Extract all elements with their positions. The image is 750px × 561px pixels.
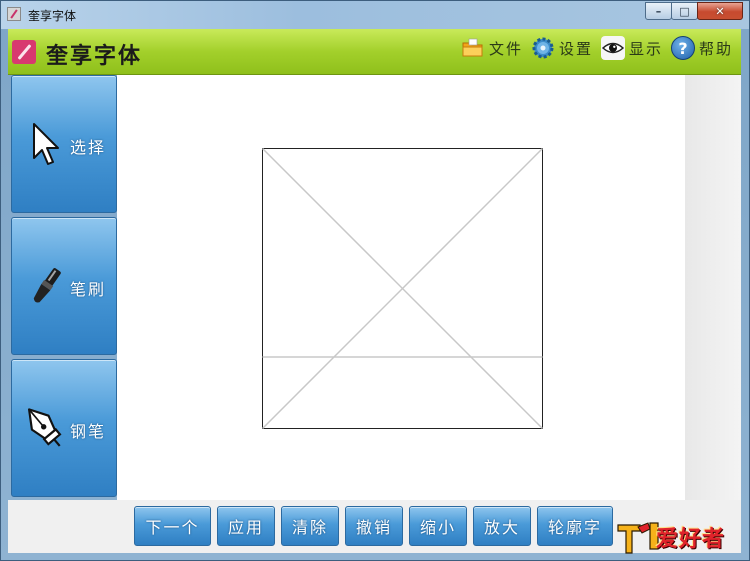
- clear-button[interactable]: 清除: [281, 506, 339, 546]
- minimize-button[interactable]: –: [645, 2, 672, 20]
- app-logo-icon: [12, 40, 36, 64]
- menu-help[interactable]: ? 帮助: [670, 36, 733, 60]
- folder-icon: [461, 36, 485, 60]
- undo-button[interactable]: 撤销: [345, 506, 403, 546]
- right-panel: [685, 75, 741, 500]
- window-controls: – □ ✕: [645, 2, 743, 20]
- brush-icon: [33, 268, 61, 303]
- tool-select-label: 选择: [70, 138, 107, 157]
- minimize-icon: –: [655, 4, 662, 18]
- top-menu: 文件 设置 显示 ? 帮助: [453, 36, 733, 60]
- eye-icon: [600, 36, 625, 60]
- next-button[interactable]: 下一个: [134, 506, 211, 546]
- zoom-in-button[interactable]: 放大: [473, 506, 531, 546]
- tool-select[interactable]: 选择: [11, 75, 117, 213]
- close-icon: ✕: [715, 4, 725, 18]
- tool-pen[interactable]: 钢笔: [11, 359, 117, 497]
- zoom-out-button[interactable]: 缩小: [409, 506, 467, 546]
- maximize-icon: □: [679, 4, 690, 18]
- action-bar: 下一个 应用 清除 撤销 缩小 放大 轮廓字: [134, 506, 619, 546]
- tool-brush-label: 笔刷: [70, 280, 107, 299]
- menu-settings-label: 设置: [558, 39, 593, 58]
- watermark-logo: 爱好者: [612, 513, 746, 557]
- menu-help-label: 帮助: [698, 39, 733, 58]
- glyph-grid[interactable]: [262, 148, 543, 429]
- menu-display[interactable]: 显示: [600, 36, 663, 60]
- gear-icon: [531, 36, 555, 60]
- app-title: 奎享字体: [46, 43, 143, 69]
- title-bar[interactable]: 奎享字体 – □ ✕: [1, 1, 749, 29]
- menu-settings[interactable]: 设置: [531, 36, 593, 60]
- cursor-icon: [33, 123, 59, 165]
- window-title: 奎享字体: [28, 9, 77, 23]
- maximize-button[interactable]: □: [671, 2, 698, 20]
- close-button[interactable]: ✕: [697, 2, 743, 20]
- pen-nib-icon: [27, 408, 62, 447]
- menu-file[interactable]: 文件: [461, 36, 523, 60]
- outline-button[interactable]: 轮廓字: [537, 506, 613, 546]
- apply-button[interactable]: 应用: [217, 506, 275, 546]
- app-toolbar: 奎享字体 文件 设置 显示 ? 帮助: [8, 29, 741, 75]
- menu-display-label: 显示: [628, 39, 663, 58]
- tool-pen-label: 钢笔: [70, 422, 107, 441]
- watermark-text: 爱好者: [656, 527, 726, 552]
- help-icon: ?: [670, 36, 695, 60]
- app-small-icon: [7, 7, 21, 21]
- tool-brush[interactable]: 笔刷: [11, 217, 117, 355]
- menu-file-label: 文件: [488, 39, 523, 58]
